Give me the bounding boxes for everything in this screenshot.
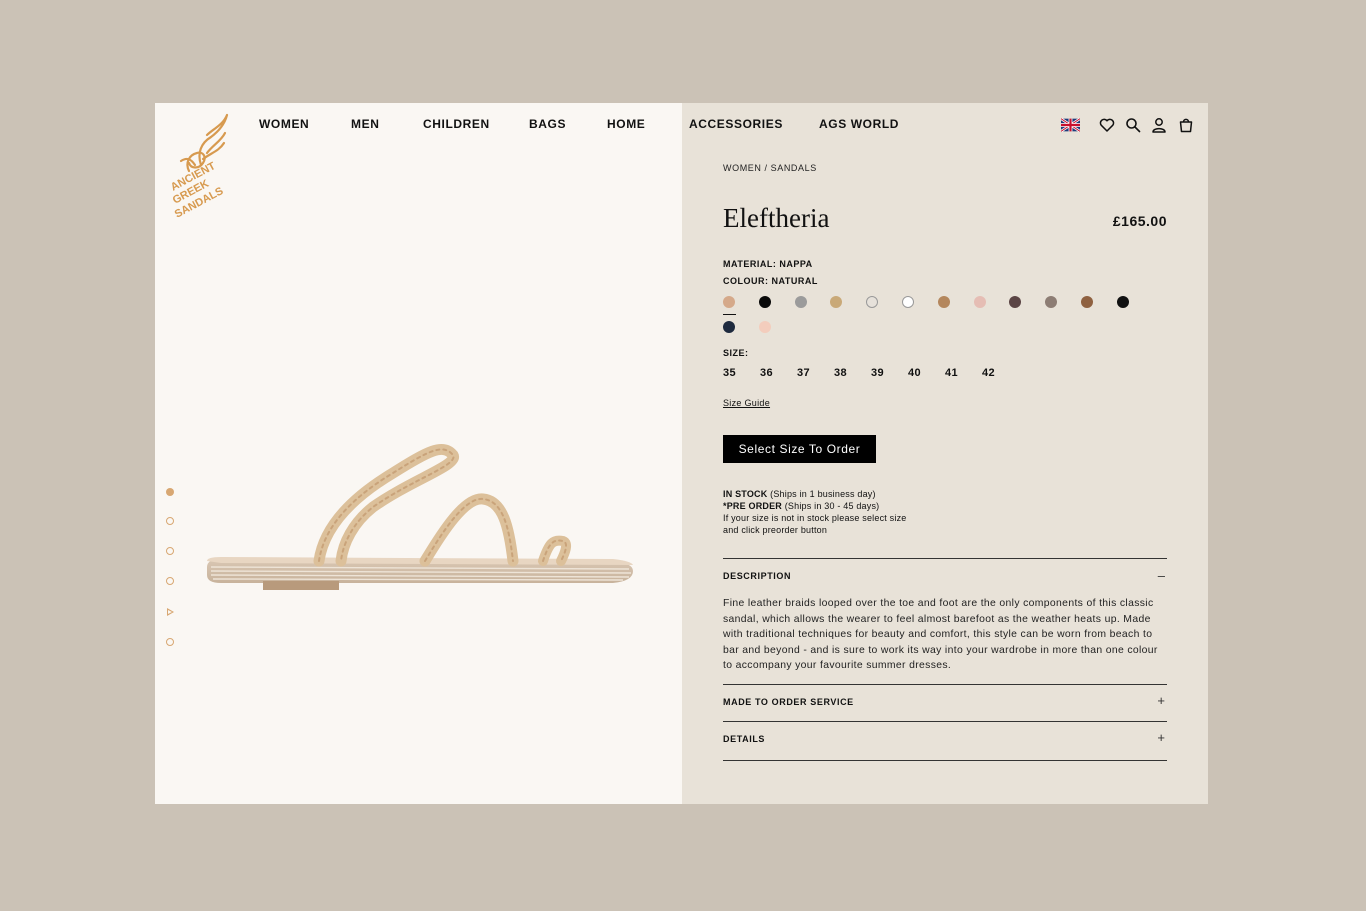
size-label: SIZE:: [723, 348, 749, 358]
product-page: ANCIENT GREEK SANDALS WOMEN MEN CHILDREN…: [155, 103, 1208, 804]
bag-icon[interactable]: [1178, 117, 1194, 133]
size-option[interactable]: 37: [797, 367, 810, 379]
in-stock-label: IN STOCK: [723, 489, 768, 499]
details-toggle[interactable]: DETAILS: [723, 734, 765, 744]
gallery-dot-3[interactable]: [166, 547, 174, 555]
gallery-dot-4[interactable]: [166, 577, 174, 585]
description-text: Fine leather braids looped over the toe …: [723, 598, 1158, 672]
nav-men[interactable]: MEN: [351, 117, 379, 131]
breadcrumb: WOMEN / SANDALS: [723, 163, 817, 173]
divider: [723, 684, 1167, 685]
colour-swatch[interactable]: [1116, 296, 1129, 308]
stock-note-line-1: If your size is not in stock please sele…: [723, 513, 907, 523]
colour-swatch[interactable]: [794, 296, 807, 308]
product-title: Eleftheria: [723, 203, 830, 233]
breadcrumb-sandals[interactable]: SANDALS: [771, 163, 817, 173]
colour-swatch[interactable]: [937, 296, 950, 308]
nav-home[interactable]: HOME: [607, 117, 645, 131]
size-option[interactable]: 42: [982, 367, 995, 379]
colour-label: COLOUR: NATURAL: [723, 276, 818, 286]
size-option[interactable]: 40: [908, 367, 921, 379]
description-toggle[interactable]: DESCRIPTION: [723, 571, 791, 581]
heart-icon[interactable]: [1099, 117, 1115, 133]
colour-swatch[interactable]: [1009, 296, 1022, 308]
size-option[interactable]: 35: [723, 367, 736, 379]
divider: [723, 721, 1167, 722]
gallery-dot-6[interactable]: [166, 638, 174, 646]
breadcrumb-separator: /: [764, 163, 768, 173]
colour-swatch[interactable]: [866, 296, 879, 308]
gallery-dot-2[interactable]: [166, 517, 174, 525]
divider: [723, 558, 1167, 559]
uk-flag-icon[interactable]: [1061, 118, 1080, 132]
nav-ags-world[interactable]: AGS WORLD: [819, 117, 899, 131]
preorder-label: *PRE ORDER: [723, 501, 783, 511]
in-stock-note: (Ships in 1 business day): [767, 489, 876, 499]
divider: [723, 760, 1167, 761]
colour-swatch[interactable]: [723, 321, 735, 333]
expand-icon[interactable]: +: [1157, 730, 1165, 745]
colour-swatch[interactable]: [758, 321, 771, 333]
colour-swatch[interactable]: [902, 296, 914, 308]
brand-logo[interactable]: ANCIENT GREEK SANDALS: [167, 113, 233, 221]
colour-swatch[interactable]: [758, 296, 771, 308]
breadcrumb-women[interactable]: WOMEN: [723, 163, 762, 173]
account-icon[interactable]: [1151, 117, 1167, 133]
size-option[interactable]: 38: [834, 367, 847, 379]
colour-swatch[interactable]: [1081, 296, 1093, 308]
size-option[interactable]: 36: [760, 367, 773, 379]
colour-swatch[interactable]: [1045, 296, 1058, 308]
gallery-dot-1[interactable]: [166, 488, 174, 496]
product-image: [207, 443, 633, 590]
nav-children[interactable]: CHILDREN: [423, 117, 490, 131]
select-size-to-order-button[interactable]: Select Size To Order: [723, 435, 876, 463]
collapse-icon[interactable]: –: [1158, 568, 1165, 583]
nav-bags[interactable]: BAGS: [529, 117, 566, 131]
material-label: MATERIAL: NAPPA: [723, 259, 813, 269]
expand-icon[interactable]: +: [1157, 693, 1165, 708]
made-to-order-toggle[interactable]: MADE TO ORDER SERVICE: [723, 697, 854, 707]
stock-info: IN STOCK (Ships in 1 business day) *PRE …: [723, 488, 953, 536]
product-price: £165.00: [1112, 213, 1167, 229]
size-option[interactable]: 39: [871, 367, 884, 379]
colour-swatch[interactable]: [830, 296, 843, 308]
colour-swatch[interactable]: [723, 296, 735, 308]
search-icon[interactable]: [1125, 117, 1141, 133]
selected-swatch-underline: [723, 314, 736, 315]
gallery-video-icon[interactable]: [167, 608, 174, 616]
size-option[interactable]: 41: [945, 367, 958, 379]
size-guide-link[interactable]: Size Guide: [723, 398, 770, 408]
stock-note-line-2: and click preorder button: [723, 525, 828, 535]
nav-women[interactable]: WOMEN: [259, 117, 309, 131]
nav-accessories[interactable]: ACCESSORIES: [689, 117, 783, 131]
product-details-panel: ACCESSORIES AGS WORLD WOMEN / SANDALS El…: [682, 103, 1208, 804]
colour-swatch[interactable]: [973, 296, 986, 308]
preorder-note: (Ships in 30 - 45 days): [782, 501, 880, 511]
product-gallery-panel: ANCIENT GREEK SANDALS WOMEN MEN CHILDREN…: [155, 103, 682, 804]
